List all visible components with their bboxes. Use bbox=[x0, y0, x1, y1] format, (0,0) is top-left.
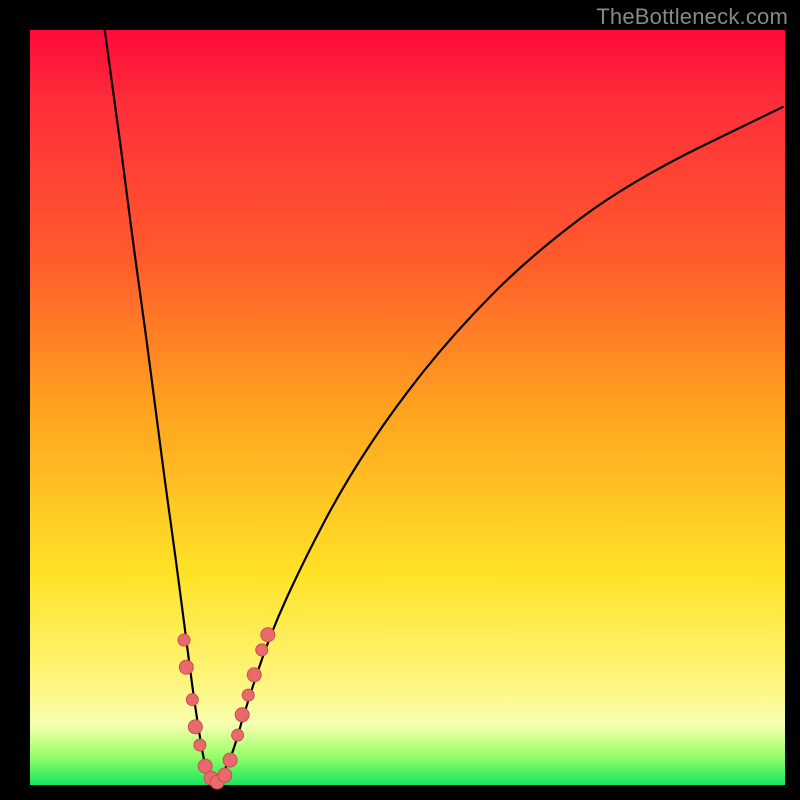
data-marker bbox=[242, 689, 254, 701]
watermark-text: TheBottleneck.com bbox=[596, 4, 788, 30]
data-marker bbox=[179, 660, 193, 674]
data-marker bbox=[218, 768, 232, 782]
data-marker bbox=[261, 628, 275, 642]
data-marker bbox=[186, 694, 198, 706]
data-marker bbox=[235, 708, 249, 722]
plot-area bbox=[30, 30, 785, 785]
data-marker bbox=[256, 644, 268, 656]
data-marker bbox=[178, 634, 190, 646]
data-marker bbox=[188, 720, 202, 734]
data-marker bbox=[194, 739, 206, 751]
data-marker bbox=[247, 668, 261, 682]
chart-frame: TheBottleneck.com bbox=[0, 0, 800, 800]
marker-group bbox=[178, 628, 275, 789]
data-marker bbox=[232, 729, 244, 741]
curve-layer bbox=[30, 30, 785, 785]
bottleneck-curve bbox=[105, 30, 783, 781]
data-marker bbox=[223, 753, 237, 767]
